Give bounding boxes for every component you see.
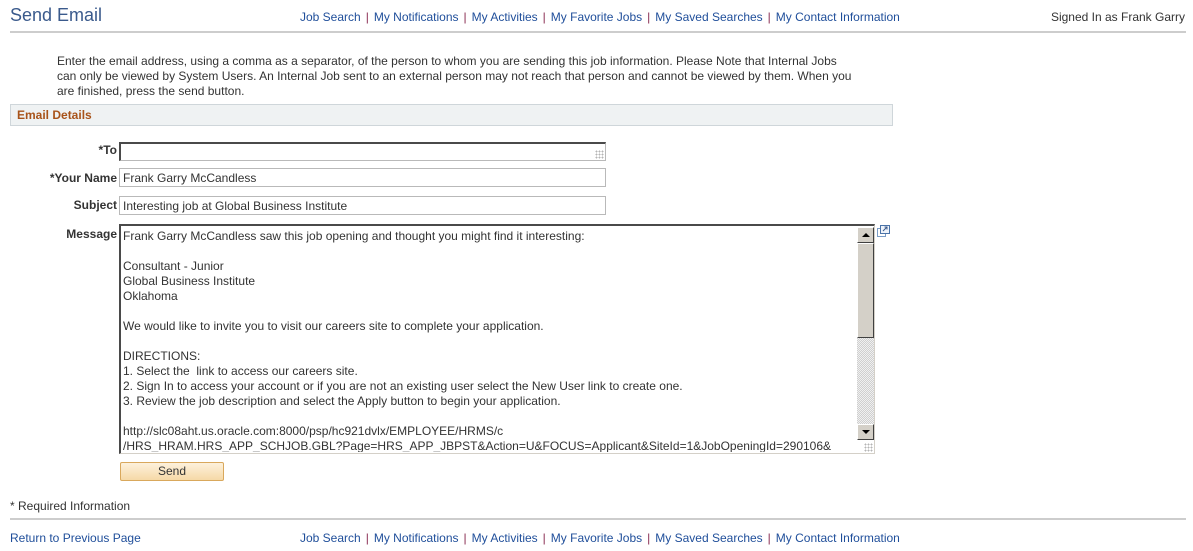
resize-grip-icon[interactable] bbox=[864, 443, 873, 452]
nav-separator: | bbox=[365, 531, 369, 545]
your-name-field[interactable]: Frank Garry McCandless bbox=[119, 168, 606, 187]
subject-value: Interesting job at Global Business Insti… bbox=[123, 199, 348, 213]
nav-my-activities[interactable]: My Activities bbox=[472, 531, 538, 545]
expand-window-icon[interactable] bbox=[877, 225, 890, 237]
email-details-section-header: Email Details bbox=[10, 104, 893, 126]
send-button[interactable]: Send bbox=[120, 462, 224, 481]
nav-my-favorite-jobs[interactable]: My Favorite Jobs bbox=[551, 10, 642, 24]
required-information-note: * Required Information bbox=[10, 499, 131, 513]
nav-separator: | bbox=[365, 10, 369, 24]
nav-my-notifications[interactable]: My Notifications bbox=[374, 10, 459, 24]
your-name-label: *Your Name bbox=[49, 171, 117, 185]
to-label: *To bbox=[98, 143, 117, 157]
nav-separator: | bbox=[647, 10, 651, 24]
top-nav: Job Search | My Notifications | My Activitie… bbox=[300, 10, 900, 24]
nav-my-saved-searches[interactable]: My Saved Searches bbox=[655, 531, 762, 545]
your-name-value: Frank Garry McCandless bbox=[123, 171, 257, 185]
nav-my-contact-information[interactable]: My Contact Information bbox=[776, 10, 900, 24]
instructions-text: Enter the email address, using a comma a… bbox=[57, 54, 852, 98]
scroll-up-arrow-icon[interactable] bbox=[857, 227, 874, 243]
message-value: Frank Garry McCandless saw this job open… bbox=[123, 229, 832, 452]
nav-job-search[interactable]: Job Search bbox=[300, 10, 361, 24]
nav-separator: | bbox=[542, 10, 546, 24]
message-label: Message bbox=[66, 227, 117, 241]
subject-label: Subject bbox=[73, 198, 117, 212]
bottom-nav: Job Search | My Notifications | My Activitie… bbox=[300, 531, 900, 545]
nav-my-saved-searches[interactable]: My Saved Searches bbox=[655, 10, 762, 24]
nav-separator: | bbox=[463, 10, 467, 24]
nav-my-contact-information[interactable]: My Contact Information bbox=[776, 531, 900, 545]
nav-my-favorite-jobs[interactable]: My Favorite Jobs bbox=[551, 531, 642, 545]
footer-divider bbox=[10, 518, 1186, 520]
section-title: Email Details bbox=[17, 108, 92, 122]
scroll-down-arrow-icon[interactable] bbox=[857, 424, 874, 440]
page-title: Send Email bbox=[10, 5, 103, 25]
nav-separator: | bbox=[767, 10, 771, 24]
signed-in-status: Signed In as Frank Garry bbox=[1050, 10, 1185, 24]
message-textarea[interactable]: Frank Garry McCandless saw this job open… bbox=[119, 224, 875, 454]
message-scrollbar[interactable] bbox=[857, 227, 874, 440]
header-divider bbox=[10, 31, 1186, 33]
subject-field[interactable]: Interesting job at Global Business Insti… bbox=[119, 196, 606, 215]
nav-separator: | bbox=[647, 531, 651, 545]
to-field[interactable] bbox=[119, 142, 606, 161]
nav-separator: | bbox=[463, 531, 467, 545]
return-to-previous-page-link[interactable]: Return to Previous Page bbox=[10, 531, 141, 545]
resize-grip-icon[interactable] bbox=[595, 150, 604, 159]
nav-separator: | bbox=[767, 531, 771, 545]
nav-my-notifications[interactable]: My Notifications bbox=[374, 531, 459, 545]
nav-separator: | bbox=[542, 531, 546, 545]
nav-my-activities[interactable]: My Activities bbox=[472, 10, 538, 24]
scroll-thumb[interactable] bbox=[857, 243, 874, 338]
nav-job-search[interactable]: Job Search bbox=[300, 531, 361, 545]
